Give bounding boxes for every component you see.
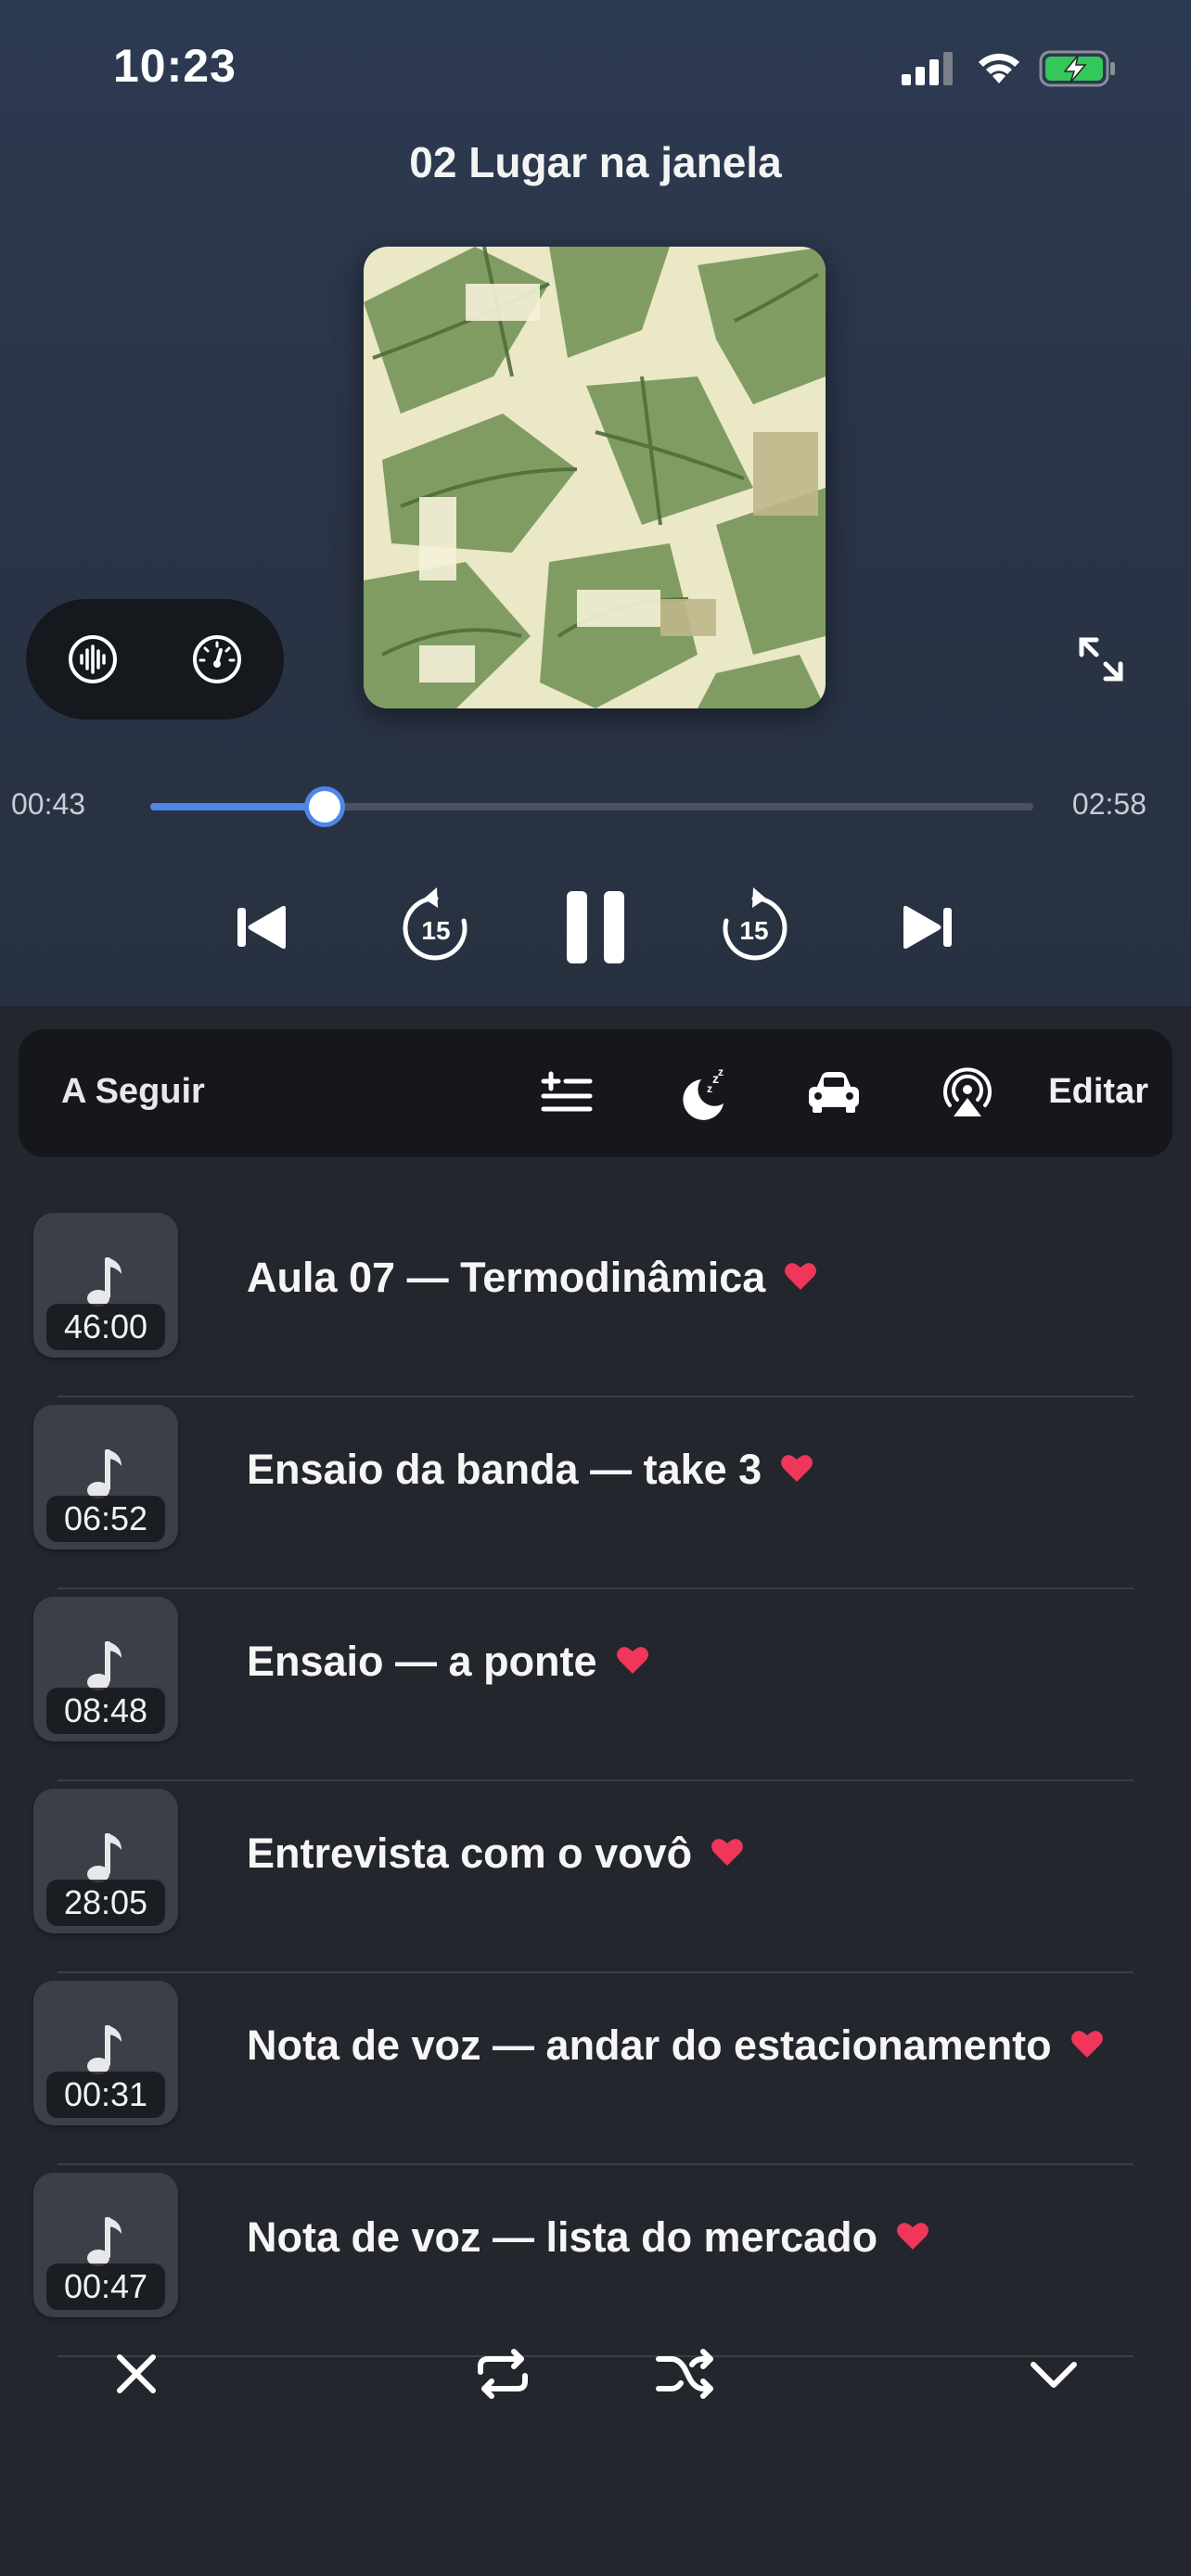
shuffle-icon[interactable] [649,2337,724,2411]
heart-icon[interactable] [784,1262,817,1292]
heart-icon[interactable] [780,1454,813,1484]
queue-item[interactable]: 46:00 Aula 07 — Termodinâmica [0,1205,1191,1397]
pause-icon [567,891,624,963]
forward-15-button[interactable]: 15 [703,876,805,978]
queue-item[interactable]: 00:31 Nota de voz — andar do estacionamen… [0,1973,1191,2165]
queue-item-title: Ensaio da banda — take 3 [247,1446,813,1494]
queue-item-title: Aula 07 — Termodinâmica [247,1254,817,1302]
track-duration: 08:48 [46,1688,165,1734]
heart-icon[interactable] [896,2222,929,2251]
track-thumbnail: 28:05 [33,1789,178,1933]
heart-icon[interactable] [616,1646,649,1676]
track-duration: 00:47 [46,2264,165,2310]
chevron-down-icon[interactable] [1017,2337,1091,2411]
queue-item-title: Nota de voz — lista do mercado [247,2213,929,2262]
progress-slider[interactable] [150,791,1033,823]
elapsed-time: 00:43 [11,787,86,821]
queue-item[interactable]: 08:48 Ensaio — a ponte [0,1589,1191,1781]
album-artwork [364,247,826,708]
queue-item-title: Entrevista com o vovô [247,1830,744,1878]
queue-item-title-text: Entrevista com o vovô [247,1830,693,1877]
track-duration: 06:52 [46,1496,165,1542]
queue-toolbar: A Seguir z z z Editar [19,1029,1172,1157]
skip-forward-icon [903,905,952,950]
playback-speed-icon[interactable] [189,631,245,687]
svg-text:z: z [707,1082,712,1095]
queue-item-title-text: Ensaio — a ponte [247,1638,597,1685]
queue-item-title: Nota de voz — andar do estacionamento [247,2021,1104,2070]
airplay-icon[interactable] [937,1063,998,1124]
track-duration: 46:00 [46,1304,165,1350]
heart-icon[interactable] [1070,2030,1104,2060]
bottom-controls [0,2337,1191,2504]
queue-item[interactable]: 28:05 Entrevista com o vovô [0,1781,1191,1973]
status-time: 10:23 [113,40,237,92]
total-time: 02:58 [1071,787,1146,821]
skip-back-icon [237,905,286,950]
track-duration: 28:05 [46,1880,165,1926]
edit-button[interactable]: Editar [1048,1072,1148,1112]
track-thumbnail: 08:48 [33,1597,178,1741]
previous-button[interactable] [210,876,312,978]
close-icon[interactable] [99,2337,173,2411]
add-to-queue-icon[interactable] [536,1063,597,1124]
signal-icon [902,52,953,85]
progress-fill [150,803,326,810]
track-thumbnail: 00:31 [33,1981,178,2125]
svg-text:z: z [718,1065,724,1078]
queue-item-title-text: Nota de voz — lista do mercado [247,2213,878,2261]
status-bar: 10:23 [0,0,1191,130]
pause-button[interactable] [544,876,647,978]
waveform-icon[interactable] [65,631,121,687]
queue-item[interactable]: 06:52 Ensaio da banda — take 3 [0,1397,1191,1589]
forward-seconds-label: 15 [739,916,768,945]
rewind-icon: 15 [403,887,467,961]
track-title: 02 Lugar na janela [409,138,782,186]
heart-icon[interactable] [711,1838,744,1868]
audio-options-pill [26,599,284,720]
up-next-label: A Seguir [61,1072,205,1111]
player-area: 10:23 02 Lugar na janela 00:43 02:58 15 … [0,0,1191,1006]
forward-icon: 15 [723,887,788,961]
next-button[interactable] [877,876,980,978]
track-duration: 00:31 [46,2072,165,2118]
queue-item-title-text: Ensaio da banda — take 3 [247,1446,762,1493]
queue-item-title: Ensaio — a ponte [247,1638,649,1686]
battery-icon [1039,50,1115,87]
track-thumbnail: 00:47 [33,2173,178,2317]
queue-item-title-text: Aula 07 — Termodinâmica [247,1254,766,1301]
track-thumbnail: 46:00 [33,1213,178,1358]
queue-item[interactable]: 00:47 Nota de voz — lista do mercado [0,2165,1191,2357]
sleep-timer-icon[interactable]: z z z [672,1063,733,1124]
expand-icon[interactable] [1072,631,1130,688]
repeat-icon[interactable] [466,2337,540,2411]
rewind-15-button[interactable]: 15 [385,876,487,978]
car-mode-icon[interactable] [803,1063,864,1124]
progress-thumb[interactable] [309,791,341,823]
rewind-seconds-label: 15 [421,916,450,945]
track-thumbnail: 06:52 [33,1405,178,1549]
wifi-icon [979,53,1019,83]
queue-item-title-text: Nota de voz — andar do estacionamento [247,2021,1052,2069]
